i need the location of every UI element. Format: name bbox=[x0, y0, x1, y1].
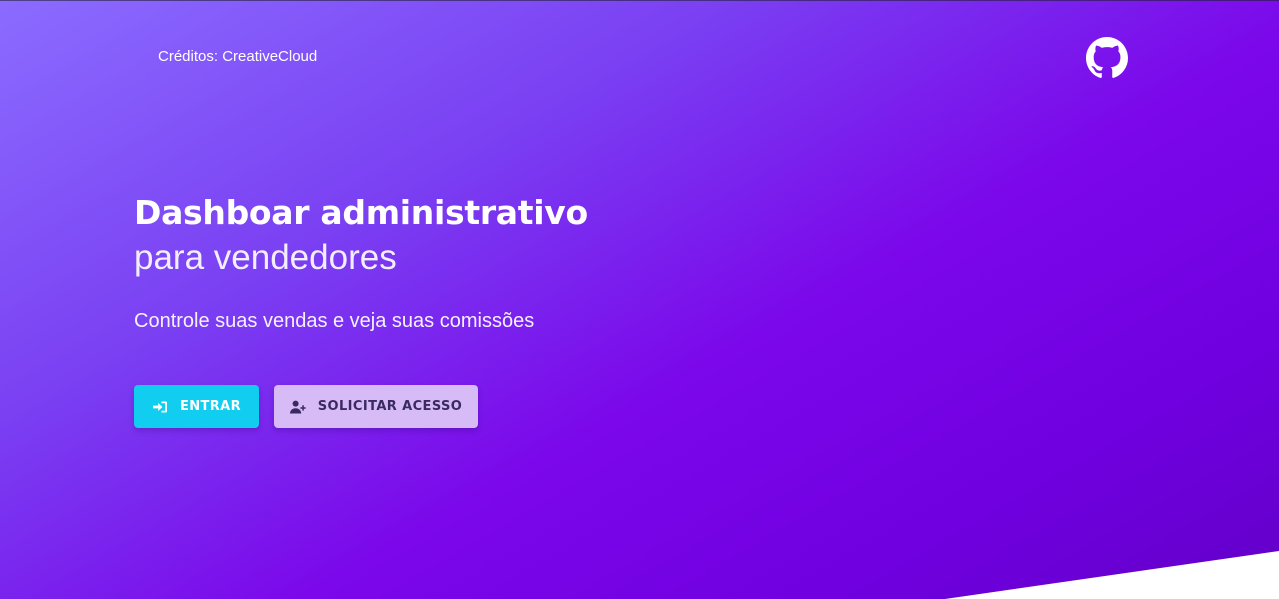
login-button-label: ENTRAR bbox=[179, 399, 242, 414]
hero-section: Créditos: CreativeCloud Dashboar adminis… bbox=[0, 0, 1279, 599]
request-access-button-label: SOLICITAR ACESSO bbox=[317, 399, 463, 414]
title-light: para vendedores bbox=[134, 238, 397, 277]
login-button[interactable]: ENTRAR bbox=[134, 385, 259, 428]
bottom-slant-divider bbox=[945, 551, 1279, 599]
title-strong: Dashboar administrativo bbox=[134, 193, 588, 232]
github-icon[interactable] bbox=[1086, 37, 1128, 79]
hero-lead-text: Controle suas vendas e veja suas comissõ… bbox=[134, 310, 535, 332]
request-access-button[interactable]: SOLICITAR ACESSO bbox=[274, 385, 478, 428]
sign-in-icon bbox=[152, 400, 168, 414]
page-title: Dashboar administrativo para vendedores bbox=[134, 191, 588, 281]
user-plus-icon bbox=[289, 400, 306, 414]
credits-link[interactable]: Créditos: CreativeCloud bbox=[158, 47, 317, 67]
github-icon-glyph bbox=[1086, 37, 1128, 78]
